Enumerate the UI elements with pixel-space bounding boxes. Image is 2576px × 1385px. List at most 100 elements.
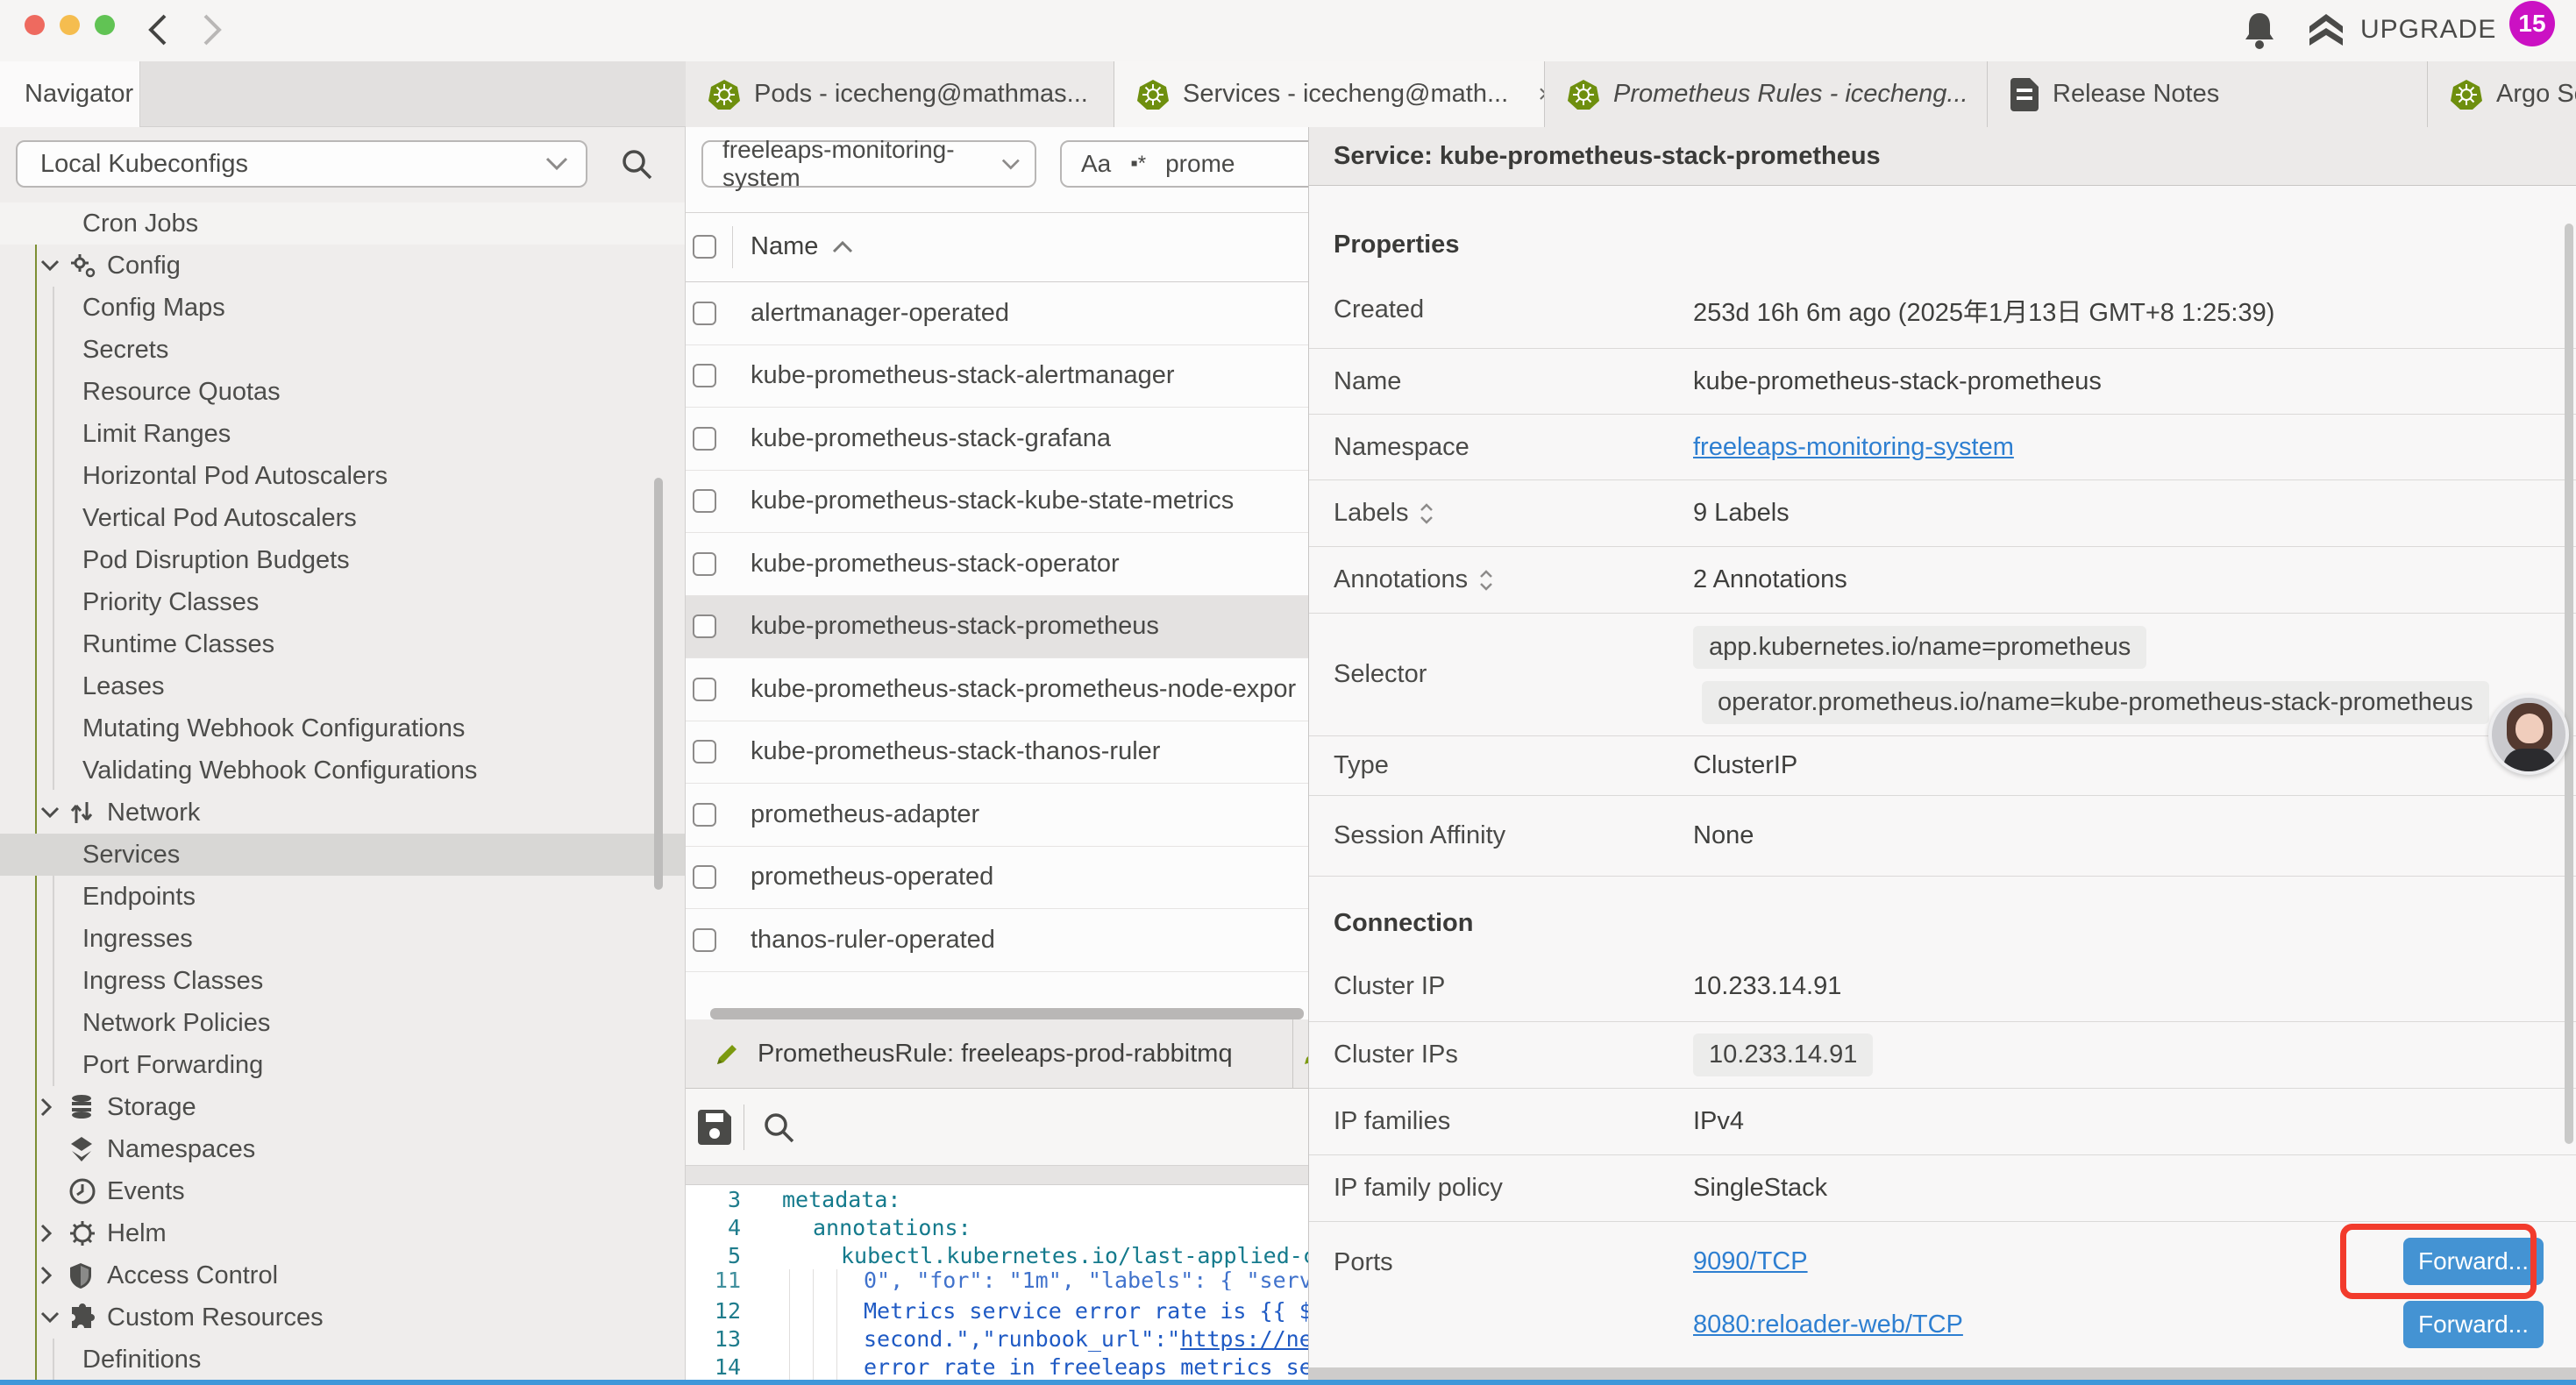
sidebar-scrollbar[interactable] <box>654 478 663 890</box>
table-row-selected[interactable]: kube-prometheus-stack-prometheus <box>686 596 1308 659</box>
editor-scroll-strip[interactable] <box>686 1166 1308 1185</box>
row-checkbox[interactable] <box>693 552 716 576</box>
table-row[interactable]: alertmanager-operated <box>686 282 1308 345</box>
row-checkbox[interactable] <box>693 803 716 827</box>
tab-close-icon[interactable]: × <box>1538 80 1545 110</box>
select-all-checkbox[interactable] <box>693 235 716 259</box>
kubeconfig-selector[interactable]: Local Kubeconfigs <box>16 140 587 188</box>
selector-chip: operator.prometheus.io/name=kube-prometh… <box>1702 681 2489 724</box>
row-checkbox[interactable] <box>693 928 716 952</box>
port-link-8080[interactable]: 8080:reloader-web/TCP <box>1693 1310 1963 1339</box>
sidebar-item-mutating-webhook-configurations[interactable]: Mutating Webhook Configurations <box>0 707 686 749</box>
row-checkbox[interactable] <box>693 302 716 325</box>
match-case-toggle[interactable]: Aa <box>1081 150 1111 178</box>
sidebar-item-port-forwarding[interactable]: Port Forwarding <box>0 1044 686 1086</box>
tab-services[interactable]: Services - icecheng@math... × <box>1114 61 1545 127</box>
expand-updown-icon[interactable] <box>1478 569 1494 592</box>
drawer-bottom-scroll-track[interactable] <box>1309 1367 2576 1380</box>
sidebar-item-config-maps[interactable]: Config Maps <box>0 287 686 329</box>
sidebar-item-validating-webhook-configurations[interactable]: Validating Webhook Configurations <box>0 749 686 792</box>
tab-pods[interactable]: Pods - icecheng@mathmas... <box>686 61 1114 127</box>
port-link-9090[interactable]: 9090/TCP <box>1693 1247 1808 1276</box>
sidebar-item-access-control[interactable]: Access Control <box>0 1254 686 1296</box>
labels-count[interactable]: 9 Labels <box>1693 499 1790 528</box>
table-row[interactable]: kube-prometheus-stack-kube-state-metrics <box>686 471 1308 534</box>
forward-button-8080[interactable]: Forward... <box>2403 1301 2544 1348</box>
sidebar-item-custom-resources[interactable]: Custom Resources <box>0 1296 686 1339</box>
row-checkbox[interactable] <box>693 427 716 451</box>
row-checkbox[interactable] <box>693 740 716 764</box>
sidebar-item-ingress-classes[interactable]: Ingress Classes <box>0 960 686 1002</box>
row-checkbox[interactable] <box>693 865 716 889</box>
navigator-panel-tab[interactable]: Navigator <box>0 61 140 127</box>
sidebar-item-horizontal-pod-autoscalers[interactable]: Horizontal Pod Autoscalers <box>0 455 686 497</box>
traffic-light-close[interactable] <box>25 15 45 35</box>
table-row[interactable]: kube-prometheus-stack-grafana <box>686 408 1308 471</box>
sidebar-item-endpoints[interactable]: Endpoints <box>0 876 686 918</box>
sidebar-item-storage[interactable]: Storage <box>0 1086 686 1128</box>
sidebar-item-namespaces[interactable]: Namespaces <box>0 1128 686 1170</box>
table-row[interactable]: thanos-ruler-operated <box>686 909 1308 972</box>
chevron-right-icon <box>40 1224 53 1243</box>
traffic-light-minimize[interactable] <box>60 15 80 35</box>
row-checkbox[interactable] <box>693 614 716 638</box>
sidebar-item-ingresses[interactable]: Ingresses <box>0 918 686 960</box>
notification-count-badge[interactable]: 15 <box>2509 1 2555 46</box>
column-header-name[interactable]: Name <box>751 232 818 261</box>
sidebar-item-definitions[interactable]: Definitions <box>0 1339 686 1380</box>
sidebar-item-helm[interactable]: Helm <box>0 1212 686 1254</box>
detail-row-name: Name kube-prometheus-stack-prometheus <box>1309 349 2576 415</box>
row-checkbox[interactable] <box>693 489 716 513</box>
sidebar-item-priority-classes[interactable]: Priority Classes <box>0 581 686 623</box>
row-checkbox[interactable] <box>693 364 716 387</box>
search-icon[interactable] <box>619 146 654 181</box>
sidebar-item-vertical-pod-autoscalers[interactable]: Vertical Pod Autoscalers <box>0 497 686 539</box>
list-search-input[interactable]: Aa ▪* prome <box>1060 140 1308 188</box>
sidebar-item-cron-jobs[interactable]: Cron Jobs <box>0 202 686 245</box>
table-row[interactable]: prometheus-adapter <box>686 784 1308 847</box>
table-row[interactable]: kube-prometheus-stack-alertmanager <box>686 345 1308 408</box>
tab-release-notes[interactable]: Release Notes <box>1988 61 2428 127</box>
expand-updown-icon[interactable] <box>1419 502 1434 525</box>
sidebar-item-runtime-classes[interactable]: Runtime Classes <box>0 623 686 665</box>
code-link[interactable]: https://net <box>1180 1326 1308 1352</box>
sidebar-item-resource-quotas[interactable]: Resource Quotas <box>0 371 686 413</box>
sidebar-item-config[interactable]: Config <box>0 245 686 287</box>
annotations-count[interactable]: 2 Annotations <box>1693 565 1847 594</box>
drawer-scrollbar[interactable] <box>2565 224 2573 1144</box>
clock-icon <box>68 1177 100 1205</box>
table-row[interactable]: prometheus-operated <box>686 847 1308 910</box>
table-row[interactable]: kube-prometheus-stack-prometheus-node-ex… <box>686 658 1308 721</box>
editor-tab-prometheusrule[interactable]: PrometheusRule: freeleaps-prod-rabbitmq <box>686 1019 1293 1089</box>
sidebar-item-services[interactable]: Services <box>0 834 686 876</box>
cluster-ip-value: 10.233.14.91 <box>1693 972 1841 1001</box>
tab-prometheus-rules[interactable]: Prometheus Rules - icecheng... <box>1545 61 1988 127</box>
back-arrow-icon[interactable] <box>140 11 179 49</box>
yaml-editor[interactable]: 3metadata: 4annotations: 5kubectl.kubern… <box>686 1185 1308 1380</box>
sidebar-item-events[interactable]: Events <box>0 1170 686 1212</box>
row-checkbox[interactable] <box>693 678 716 701</box>
namespace-link[interactable]: freeleaps-monitoring-system <box>1693 433 2014 462</box>
notifications-bell-icon[interactable] <box>2241 10 2278 52</box>
save-icon[interactable] <box>698 1108 733 1147</box>
sidebar-item-secrets[interactable]: Secrets <box>0 329 686 371</box>
upgrade-label[interactable]: UPGRADE <box>2360 15 2496 45</box>
sort-ascending-icon[interactable] <box>832 241 853 253</box>
table-horizontal-scrollbar[interactable] <box>710 1008 1304 1019</box>
sidebar-item-network-policies[interactable]: Network Policies <box>0 1002 686 1044</box>
upgrade-chevrons-icon[interactable] <box>2306 11 2346 49</box>
namespace-filter-select[interactable]: freeleaps-monitoring-system <box>701 140 1036 188</box>
sidebar-item-pod-disruption-budgets[interactable]: Pod Disruption Budgets <box>0 539 686 581</box>
table-row[interactable]: kube-prometheus-stack-operator <box>686 533 1308 596</box>
sidebar-item-network[interactable]: Network <box>0 792 686 834</box>
editor-tab-partial[interactable] <box>1294 1019 1308 1089</box>
regex-toggle[interactable]: ▪* <box>1130 152 1146 176</box>
sidebar-item-leases[interactable]: Leases <box>0 665 686 707</box>
sidebar-item-limit-ranges[interactable]: Limit Ranges <box>0 413 686 455</box>
traffic-light-zoom[interactable] <box>95 15 115 35</box>
user-avatar[interactable] <box>2488 694 2569 775</box>
tab-argo[interactable]: Argo Se <box>2428 61 2576 127</box>
forward-arrow-icon[interactable] <box>191 11 230 49</box>
editor-search-icon[interactable] <box>761 1110 796 1145</box>
table-row[interactable]: kube-prometheus-stack-thanos-ruler <box>686 721 1308 785</box>
